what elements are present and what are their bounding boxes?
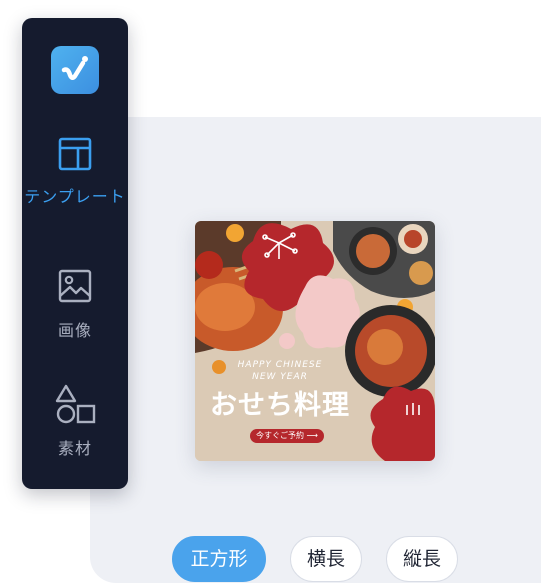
format-square-button[interactable]: 正方形 <box>172 536 266 582</box>
format-landscape-button[interactable]: 横長 <box>290 536 362 582</box>
template-layout-icon <box>58 137 92 171</box>
sidebar-item-templates[interactable]: テンプレート <box>22 136 128 210</box>
sidebar-item-label: テンプレート <box>24 187 126 206</box>
sidebar: テンプレート 画像 素材 <box>22 18 128 489</box>
shapes-icon <box>55 384 96 424</box>
preview-subtitle-line2: NEW YEAR <box>252 372 308 382</box>
sidebar-item-elements[interactable]: 素材 <box>22 382 128 462</box>
image-icon <box>58 269 92 303</box>
template-artwork <box>195 221 435 461</box>
sidebar-item-label: 素材 <box>57 439 92 458</box>
preview-subtitle-line1: HAPPY CHINESE <box>237 360 323 370</box>
template-preview[interactable]: HAPPY CHINESE NEW YEAR おせち料理 今すぐご予約 ⟶ <box>195 221 435 461</box>
preview-cta: 今すぐご予約 ⟶ <box>250 429 324 443</box>
sidebar-item-images[interactable]: 画像 <box>22 268 128 344</box>
preview-headline: おせち料理 <box>210 390 350 421</box>
brand-logo-icon[interactable] <box>51 46 99 94</box>
format-portrait-button[interactable]: 縦長 <box>386 536 458 582</box>
preview-subtitle: HAPPY CHINESE NEW YEAR <box>195 359 365 383</box>
sidebar-item-label: 画像 <box>57 321 92 340</box>
